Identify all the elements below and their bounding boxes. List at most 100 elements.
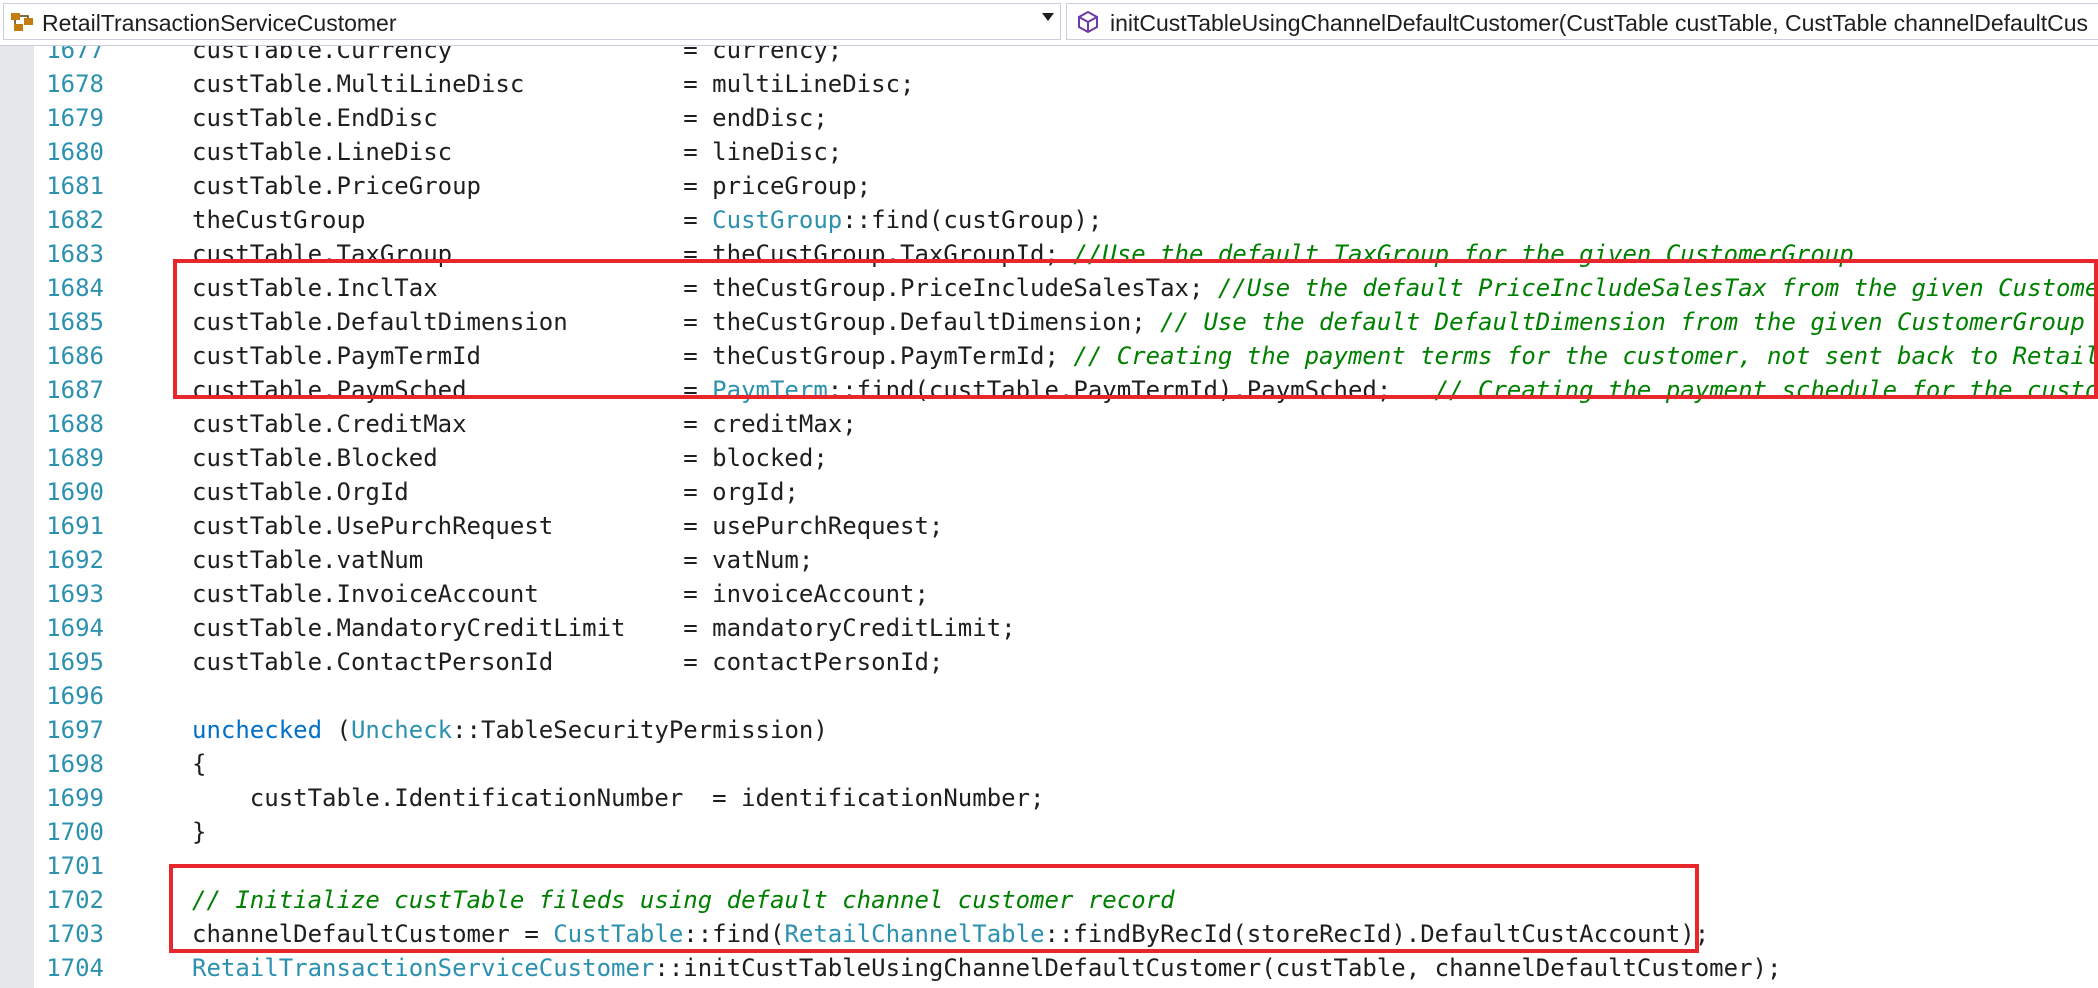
code-line[interactable]: 1693 custTable.InvoiceAccount = invoiceAc… (34, 577, 2098, 611)
code-line[interactable]: 1694 custTable.MandatoryCreditLimit = man… (34, 611, 2098, 645)
code-text: { (192, 747, 206, 781)
line-number: 1696 (46, 682, 104, 710)
code-text: custTable.DefaultDimension = theCustGrou… (192, 305, 2085, 339)
code-token: custTable.Blocked = blocked; (192, 444, 828, 472)
code-text: } (192, 815, 206, 849)
code-line[interactable]: 1703 channelDefaultCustomer = CustTable::… (34, 917, 2098, 951)
code-line[interactable]: 1691 custTable.UsePurchRequest = usePurch… (34, 509, 2098, 543)
line-number: 1689 (46, 444, 104, 472)
code-line[interactable]: 1681 custTable.PriceGroup = priceGroup; (34, 169, 2098, 203)
code-token: ( (322, 716, 351, 744)
line-number: 1686 (46, 342, 104, 370)
class-selector-dropdown[interactable]: RetailTransactionServiceCustomer (3, 3, 1061, 40)
code-text: custTable.IdentificationNumber = identif… (192, 781, 1045, 815)
code-token: ::initCustTableUsingChannelDefaultCustom… (654, 954, 1782, 982)
code-token: custTable.UsePurchRequest = usePurchRequ… (192, 512, 944, 540)
code-line[interactable]: 1692 custTable.vatNum = vatNum; (34, 543, 2098, 577)
line-number: 1701 (46, 852, 104, 880)
code-token: ::TableSecurityPermission) (452, 716, 828, 744)
code-line[interactable]: 1677 custTable.Currency = currency; (34, 46, 2098, 67)
code-type: RetailTransactionServiceCustomer (192, 954, 655, 982)
class-icon (11, 13, 33, 31)
code-line[interactable]: 1684 custTable.InclTax = theCustGroup.Pri… (34, 271, 2098, 305)
code-comment: //Use the default TaxGroup for the given… (1073, 240, 1854, 268)
line-number: 1678 (46, 70, 104, 98)
line-number: 1693 (46, 580, 104, 608)
code-token: custTable.PaymSched = (192, 376, 713, 404)
line-number: 1681 (46, 172, 104, 200)
method-icon (1078, 10, 1098, 34)
code-line[interactable]: 1682 theCustGroup = CustGroup::find(custG… (34, 203, 2098, 237)
line-number: 1679 (46, 104, 104, 132)
line-number: 1682 (46, 206, 104, 234)
code-lines: 1677 custTable.Currency = currency; 1678 cu… (34, 46, 2098, 988)
code-text: custTable.OrgId = orgId; (192, 475, 799, 509)
code-type: PaymTerm (712, 376, 828, 404)
code-text: RetailTransactionServiceCustomer::initCu… (192, 951, 1781, 985)
code-text: unchecked (Uncheck::TableSecurityPermiss… (192, 713, 828, 747)
code-comment: // Use the default DefaultDimension from… (1160, 308, 2085, 336)
code-line[interactable]: 1690 custTable.OrgId = orgId; (34, 475, 2098, 509)
code-line[interactable]: 1704 RetailTransactionServiceCustomer::in… (34, 951, 2098, 985)
code-token: ::find(custGroup); (842, 206, 1103, 234)
code-line[interactable]: 1680 custTable.LineDisc = lineDisc; (34, 135, 2098, 169)
code-line[interactable]: 1685 custTable.DefaultDimension = theCust… (34, 305, 2098, 339)
chevron-down-icon[interactable] (1042, 13, 1054, 21)
code-line[interactable]: 1678 custTable.MultiLineDisc = multiLineD… (34, 67, 2098, 101)
code-line[interactable]: 1679 custTable.EndDisc = endDisc; (34, 101, 2098, 135)
code-text: custTable.PaymTermId = theCustGroup.Paym… (192, 339, 2098, 373)
code-editor[interactable]: 1677 custTable.Currency = currency; 1678 cu… (0, 46, 2098, 988)
code-comment: //Use the default PriceIncludeSalesTax f… (1217, 274, 2098, 302)
code-line[interactable]: 1688 custTable.CreditMax = creditMax; (34, 407, 2098, 441)
code-token: custTable.InclTax = theCustGroup.PriceIn… (192, 274, 1218, 302)
code-text: custTable.LineDisc = lineDisc; (192, 135, 842, 169)
line-number: 1704 (46, 954, 104, 982)
line-number: 1677 (46, 46, 104, 64)
code-line[interactable]: 1683 custTable.TaxGroup = theCustGroup.Ta… (34, 237, 2098, 271)
code-type: CustGroup (712, 206, 843, 234)
code-text: theCustGroup = CustGroup::find(custGroup… (192, 203, 1102, 237)
code-token: custTable.Currency = currency; (192, 46, 843, 64)
code-text: custTable.InvoiceAccount = invoiceAccoun… (192, 577, 929, 611)
line-number: 1697 (46, 716, 104, 744)
code-text: custTable.EndDisc = endDisc; (192, 101, 828, 135)
code-token: channelDefaultCustomer = (192, 920, 554, 948)
code-line[interactable]: 1699 custTable.IdentificationNumber = id… (34, 781, 2098, 815)
code-token: ::find(custTable.PaymTermId).PaymSched; (827, 376, 1435, 404)
code-line[interactable]: 1702 // Initialize custTable fileds using… (34, 883, 2098, 917)
code-text: custTable.ContactPersonId = contactPerso… (192, 645, 943, 679)
line-number: 1688 (46, 410, 104, 438)
line-number: 1687 (46, 376, 104, 404)
code-token: custTable.MultiLineDisc = multiLineDisc; (192, 70, 915, 98)
code-text: // Initialize custTable fileds using def… (192, 883, 1175, 917)
method-selector-dropdown[interactable]: initCustTableUsingChannelDefaultCustomer… (1066, 3, 2098, 40)
code-text: custTable.Currency = currency; (192, 46, 842, 67)
line-number: 1694 (46, 614, 104, 642)
line-number: 1695 (46, 648, 104, 676)
code-line[interactable]: 1689 custTable.Blocked = blocked; (34, 441, 2098, 475)
code-line[interactable]: 1698 { (34, 747, 2098, 781)
code-token: custTable.vatNum = vatNum; (192, 546, 814, 574)
code-type: RetailChannelTable (784, 920, 1045, 948)
code-comment: // Creating the payment terms for the cu… (1073, 342, 2098, 370)
code-comment: // Initialize custTable fileds using def… (192, 886, 1175, 914)
code-text: custTable.Blocked = blocked; (192, 441, 828, 475)
code-token: custTable.MandatoryCreditLimit = mandato… (192, 614, 1016, 642)
line-number: 1690 (46, 478, 104, 506)
code-line[interactable]: 1697 unchecked (Uncheck::TableSecurityPer… (34, 713, 2098, 747)
code-line[interactable]: 1701 (34, 849, 2098, 883)
code-text: custTable.PaymSched = PaymTerm::find(cus… (192, 373, 2098, 407)
code-line[interactable]: 1687 custTable.PaymSched = PaymTerm::find… (34, 373, 2098, 407)
line-number: 1685 (46, 308, 104, 336)
code-token: custTable.EndDisc = endDisc; (192, 104, 828, 132)
code-text: custTable.PriceGroup = priceGroup; (192, 169, 871, 203)
code-text: channelDefaultCustomer = CustTable::find… (192, 917, 1709, 951)
code-line[interactable]: 1686 custTable.PaymTermId = theCustGroup.… (34, 339, 2098, 373)
code-token: custTable.CreditMax = creditMax; (192, 410, 857, 438)
line-number: 1703 (46, 920, 104, 948)
code-line[interactable]: 1700} (34, 815, 2098, 849)
code-token: ::find( (683, 920, 785, 948)
code-line[interactable]: 1696 (34, 679, 2098, 713)
line-number: 1683 (46, 240, 104, 268)
code-line[interactable]: 1695 custTable.ContactPersonId = contactP… (34, 645, 2098, 679)
